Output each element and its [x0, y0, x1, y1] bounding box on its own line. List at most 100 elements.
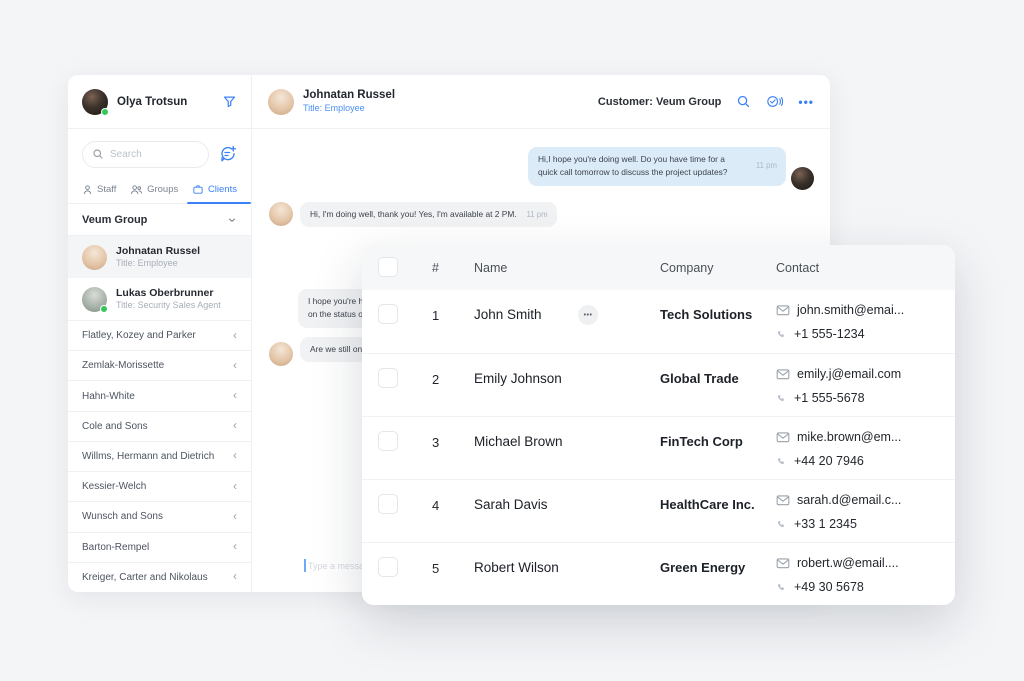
message-text: Hi, I'm doing well, thank you! Yes, I'm … [310, 209, 517, 219]
chevron-left-icon: ‹ [233, 359, 237, 371]
contact-cell: robert.w@email.... +49 30 5678 [776, 551, 899, 599]
chat-peer-title: Title: Employee [303, 103, 395, 115]
email-icon [776, 304, 790, 316]
row-checkbox[interactable] [378, 557, 398, 577]
tab-staff[interactable]: Staff [82, 175, 116, 203]
email-text: robert.w@email.... [797, 556, 899, 570]
company-group-item[interactable]: Flatley, Kozey and Parker‹ [68, 321, 251, 351]
contact-item-johnatan[interactable]: Johnatan Russel Title: Employee [68, 236, 251, 278]
row-checkbox[interactable] [378, 368, 398, 388]
phone-icon [776, 456, 787, 467]
company-group-label: Cole and Sons [82, 421, 148, 432]
contact-cell: sarah.d@email.c... +33 1 2345 [776, 488, 901, 536]
search-placeholder: Search [110, 149, 142, 160]
chat-peer-name: Johnatan Russel [303, 88, 395, 103]
chevron-left-icon: ‹ [233, 329, 237, 341]
tab-clients[interactable]: Clients [192, 175, 237, 203]
chevron-down-icon [227, 215, 237, 225]
email-text: john.smith@emai... [797, 303, 904, 317]
sidebar-header: Olya Trotsun [68, 75, 251, 129]
column-header-company: Company [660, 261, 714, 275]
phone-icon [776, 393, 787, 404]
message-sender-avatar [269, 202, 293, 226]
email-text: emily.j@email.com [797, 367, 901, 381]
row-checkbox[interactable] [378, 431, 398, 451]
company-group-item[interactable]: Hahn-White ‹ [68, 381, 251, 411]
message-sender-avatar [791, 167, 814, 190]
group-header-veum[interactable]: Veum Group [68, 204, 251, 236]
email-icon [776, 557, 790, 569]
contact-avatar [82, 287, 107, 312]
contact-cell: mike.brown@em... +44 20 7946 [776, 425, 901, 473]
message-sender-avatar [269, 342, 293, 366]
new-chat-icon[interactable] [219, 145, 237, 163]
message-bubble-outgoing: Hi,I hope you're doing well. Do you have… [528, 147, 786, 186]
online-status-dot [101, 108, 109, 116]
tab-groups-label: Groups [147, 184, 178, 195]
contact-title: Title: Employee [116, 258, 200, 270]
company-group-item[interactable]: Barton-Rempel‹ [68, 533, 251, 563]
email-text: sarah.d@email.c... [797, 493, 901, 507]
contact-name: Johnatan Russel [116, 244, 200, 258]
contact-name: Lukas Oberbrunner [116, 286, 221, 300]
email-icon [776, 368, 790, 380]
row-number: 4 [432, 498, 439, 513]
company-group-item[interactable]: Cole and Sons ‹ [68, 412, 251, 442]
sidebar-tabs: Staff Groups Clients [68, 175, 251, 204]
row-checkbox[interactable] [378, 304, 398, 324]
column-header-name: Name [474, 261, 507, 275]
column-header-contact: Contact [776, 261, 819, 275]
contact-name-cell: Sarah Davis [474, 497, 548, 512]
text-cursor [304, 559, 306, 572]
chat-search-icon[interactable] [736, 94, 751, 109]
table-row[interactable]: 5 Robert Wilson Green Energy robert.w@em… [362, 542, 955, 605]
message-time: 11 pm [527, 208, 548, 220]
more-options-icon[interactable]: ••• [798, 95, 814, 109]
company-group-item[interactable]: Kessier-Welch‹ [68, 472, 251, 502]
briefcase-icon [192, 184, 204, 195]
company-groups-list: Flatley, Kozey and Parker‹ Zemlak-Moriss… [68, 320, 251, 592]
email-text: mike.brown@em... [797, 430, 901, 444]
company-group-label: Hahn-White [82, 391, 135, 402]
search-icon [92, 148, 104, 160]
message-text: Hi,I hope you're doing well. Do you have… [538, 154, 727, 177]
contact-name-cell: Robert Wilson [474, 560, 559, 575]
select-all-checkbox[interactable] [378, 257, 398, 277]
table-row[interactable]: 4 Sarah Davis HealthCare Inc. sarah.d@em… [362, 479, 955, 542]
company-group-item[interactable]: Zemlak-Morissette‹ [68, 351, 251, 381]
page-background: Olya Trotsun Search [0, 0, 1024, 681]
phone-text: +49 30 5678 [794, 580, 864, 594]
chevron-left-icon: ‹ [233, 449, 237, 461]
table-row[interactable]: 1 John Smith ••• Tech Solutions john.smi… [362, 290, 955, 353]
online-status-dot [100, 305, 108, 313]
tab-groups[interactable]: Groups [130, 175, 178, 203]
current-user-name: Olya Trotsun [117, 96, 187, 108]
row-menu-icon[interactable]: ••• [578, 305, 598, 325]
sidebar: Olya Trotsun Search [68, 75, 252, 592]
contacts-table-card: # Name Company Contact 1 John Smith ••• … [362, 245, 955, 605]
table-row[interactable]: 3 Michael Brown FinTech Corp mike.brown@… [362, 416, 955, 479]
company-group-label: Willms, Hermann and Dietrich [82, 451, 214, 462]
message-text: Are we still on [310, 344, 362, 354]
mark-read-icon[interactable] [766, 94, 783, 109]
search-input[interactable]: Search [82, 141, 209, 168]
company-group-item[interactable]: Wunsch and Sons‹ [68, 502, 251, 532]
chat-customer-label: Customer: Veum Group [598, 96, 721, 108]
company-group-item[interactable]: Kreiger, Carter and Nikolaus‹ [68, 563, 251, 592]
row-checkbox[interactable] [378, 494, 398, 514]
contact-cell: john.smith@emai... +1 555-1234 [776, 298, 904, 346]
row-number: 1 [432, 308, 439, 323]
company-cell: FinTech Corp [660, 434, 743, 449]
sidebar-search-row: Search [68, 133, 251, 175]
contact-item-lukas[interactable]: Lukas Oberbrunner Title: Security Sales … [68, 278, 251, 320]
phone-icon [776, 582, 787, 593]
phone-icon [776, 519, 787, 530]
chevron-left-icon: ‹ [233, 419, 237, 431]
chat-header: Johnatan Russel Title: Employee Customer… [252, 75, 830, 129]
filter-icon[interactable] [222, 94, 237, 109]
chevron-left-icon: ‹ [233, 389, 237, 401]
company-group-label: Kreiger, Carter and Nikolaus [82, 572, 208, 583]
contact-name-cell: Emily Johnson [474, 371, 562, 386]
table-row[interactable]: 2 Emily Johnson Global Trade emily.j@ema… [362, 353, 955, 416]
company-group-item[interactable]: Willms, Hermann and Dietrich ‹ [68, 442, 251, 472]
